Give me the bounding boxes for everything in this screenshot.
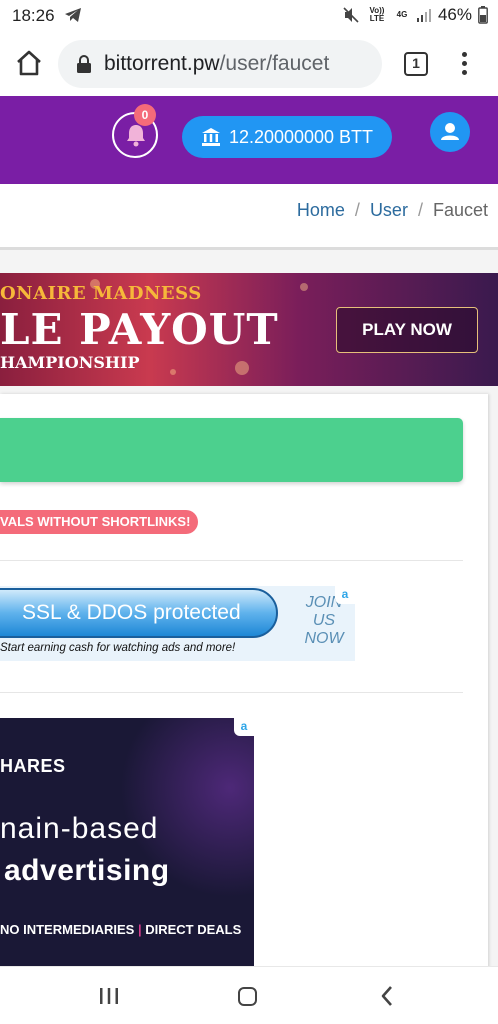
address-bar[interactable]: bittorrent.pw/user/faucet bbox=[58, 40, 382, 88]
site-header: 0 12.20000000 BTT bbox=[0, 96, 498, 184]
volte-indicator: Vo)) LTE bbox=[369, 6, 385, 23]
shares-ad-line1: HARES bbox=[0, 756, 66, 776]
banner-line3: HAMPIONSHIP bbox=[0, 353, 140, 372]
signal-icon bbox=[416, 9, 431, 22]
shares-ad-line3: advertising bbox=[4, 854, 170, 887]
breadcrumb-user[interactable]: User bbox=[370, 200, 408, 221]
shares-ad[interactable]: HARES nain-based advertising NO INTERMED… bbox=[0, 718, 254, 968]
faucet-card: VALS WITHOUT SHORTLINKS! SSL & DDOS prot… bbox=[0, 394, 488, 974]
balance-button[interactable]: 12.20000000 BTT bbox=[182, 116, 392, 158]
system-nav-bar bbox=[0, 966, 498, 1024]
breadcrumb-home[interactable]: Home bbox=[297, 200, 345, 221]
network-type: 4G bbox=[396, 10, 408, 19]
bank-icon bbox=[201, 128, 220, 146]
breadcrumb-separator: / bbox=[417, 200, 423, 220]
divider bbox=[0, 560, 463, 561]
banner-ad[interactable]: ONAIRE MADNESS LE PAYOUT HAMPIONSHIP PLA… bbox=[0, 273, 498, 386]
ad-badge-icon[interactable]: a bbox=[234, 718, 254, 736]
ssl-ad-subline: Start earning cash for watching ads and … bbox=[0, 642, 236, 654]
shares-ad-tagline: NO INTERMEDIARIES | DIRECT DEALS bbox=[0, 922, 242, 937]
recents-icon[interactable] bbox=[99, 987, 119, 1005]
back-icon[interactable] bbox=[380, 985, 394, 1007]
ad-badge-icon[interactable]: a bbox=[335, 586, 355, 604]
banner-line2: LE PAYOUT bbox=[0, 305, 279, 354]
shares-ad-line2: nain-based bbox=[0, 812, 159, 845]
ssl-ad-headline: SSL & DDOS protected bbox=[0, 588, 278, 638]
breadcrumb: Home / User / Faucet bbox=[0, 184, 498, 250]
banner-line1: ONAIRE MADNESS bbox=[0, 283, 202, 304]
lock-icon bbox=[77, 55, 91, 73]
more-menu-icon[interactable] bbox=[454, 50, 474, 80]
status-time: 18:26 bbox=[12, 6, 55, 25]
profile-button[interactable] bbox=[430, 112, 470, 152]
notifications-button[interactable]: 0 bbox=[112, 104, 158, 158]
balance-amount: 12.20000000 BTT bbox=[228, 126, 374, 147]
notice-badge: VALS WITHOUT SHORTLINKS! bbox=[0, 510, 199, 534]
home-icon[interactable] bbox=[14, 48, 44, 78]
battery-icon bbox=[478, 6, 488, 24]
breadcrumb-faucet: Faucet bbox=[432, 200, 488, 220]
browser-toolbar: bittorrent.pw/user/faucet 1 bbox=[0, 32, 498, 96]
battery-percent: 46% bbox=[437, 5, 472, 24]
tab-switcher-button[interactable]: 1 bbox=[404, 52, 428, 76]
divider bbox=[0, 692, 463, 693]
url-path: /user/faucet bbox=[219, 52, 330, 75]
user-icon bbox=[441, 123, 459, 140]
ssl-ad[interactable]: SSL & DDOS protected Start earning cash … bbox=[0, 586, 355, 661]
url-domain: bittorrent.pw bbox=[104, 52, 220, 75]
bell-icon bbox=[127, 125, 145, 147]
telegram-icon bbox=[65, 8, 81, 22]
status-bar: 18:26 Vo)) LTE 4G 46% bbox=[0, 0, 498, 32]
breadcrumb-separator: / bbox=[354, 200, 360, 220]
success-alert bbox=[0, 418, 463, 482]
play-now-button[interactable]: PLAY NOW bbox=[336, 307, 478, 353]
url-text: bittorrent.pw/user/faucet bbox=[104, 52, 329, 76]
system-home-icon[interactable] bbox=[238, 987, 257, 1006]
mute-icon bbox=[343, 7, 359, 23]
notification-count-badge: 0 bbox=[134, 104, 156, 126]
